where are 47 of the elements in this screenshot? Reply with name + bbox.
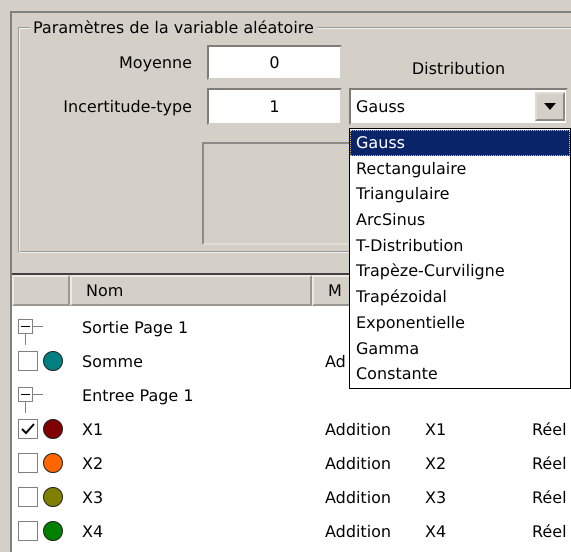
group-name[interactable]: Entree Page 1 <box>70 386 312 404</box>
input-field[interactable]: 1 <box>207 88 342 125</box>
collapse-icon[interactable] <box>18 319 44 345</box>
checkbox[interactable] <box>18 521 38 541</box>
variable-name: X4 <box>82 522 104 540</box>
dropdown-option[interactable]: Rectangulaire <box>350 156 570 182</box>
checkbox[interactable] <box>18 453 38 473</box>
caret-icon <box>544 103 556 110</box>
table-cell: Réel <box>532 454 567 472</box>
distribution-dropdown[interactable]: Gauss <box>349 88 568 125</box>
dropdown-option[interactable]: Trapèze-Curviligne <box>350 258 570 284</box>
field-label: Moyenne <box>118 53 192 72</box>
dropdown-option[interactable]: Triangulaire <box>350 181 570 208</box>
table-cell: X3 <box>425 488 446 506</box>
checkbox[interactable] <box>18 351 38 371</box>
table-cell: X4 <box>425 522 446 540</box>
table-cell: Addition <box>325 488 392 506</box>
dropdown-button[interactable] <box>535 92 565 121</box>
table-cell: Réel <box>532 488 567 506</box>
table-cell: X1 <box>425 420 446 438</box>
table-cell: Addition <box>325 522 392 540</box>
table-cell: Addition <box>325 454 392 472</box>
dropdown-option[interactable]: Trapézoidal <box>350 284 570 310</box>
variable-name: Somme <box>82 352 143 370</box>
table-cell: Addition <box>325 420 392 438</box>
checkbox[interactable] <box>18 487 38 507</box>
dropdown-option[interactable]: T-Distribution <box>350 232 570 258</box>
table-cell: Réel <box>532 420 567 438</box>
table-cell: X2 <box>425 454 446 472</box>
field-label: Incertitude-type <box>62 97 192 116</box>
column-header[interactable] <box>12 275 70 306</box>
input-field[interactable]: 0 <box>207 45 342 80</box>
field-label: Distribution <box>410 59 506 78</box>
dropdown-option[interactable]: ArcSinus <box>350 207 570 233</box>
dropdown-option[interactable]: Constante <box>350 361 570 387</box>
table-cell: Réel <box>532 522 567 540</box>
dropdown-option[interactable]: Exponentielle <box>350 310 570 336</box>
dropdown-option[interactable]: Gamma <box>350 336 570 362</box>
checkbox[interactable] <box>18 419 38 439</box>
group-name[interactable]: Sortie Page 1 <box>70 318 312 336</box>
variable-name: X3 <box>82 488 104 506</box>
column-header[interactable]: Nom <box>70 275 312 306</box>
dropdown-option[interactable]: Gauss <box>350 130 570 156</box>
variable-name: X2 <box>82 454 104 472</box>
variable-name: X1 <box>82 420 104 438</box>
table-cell: Ad <box>325 352 346 370</box>
collapse-icon[interactable] <box>18 387 44 413</box>
